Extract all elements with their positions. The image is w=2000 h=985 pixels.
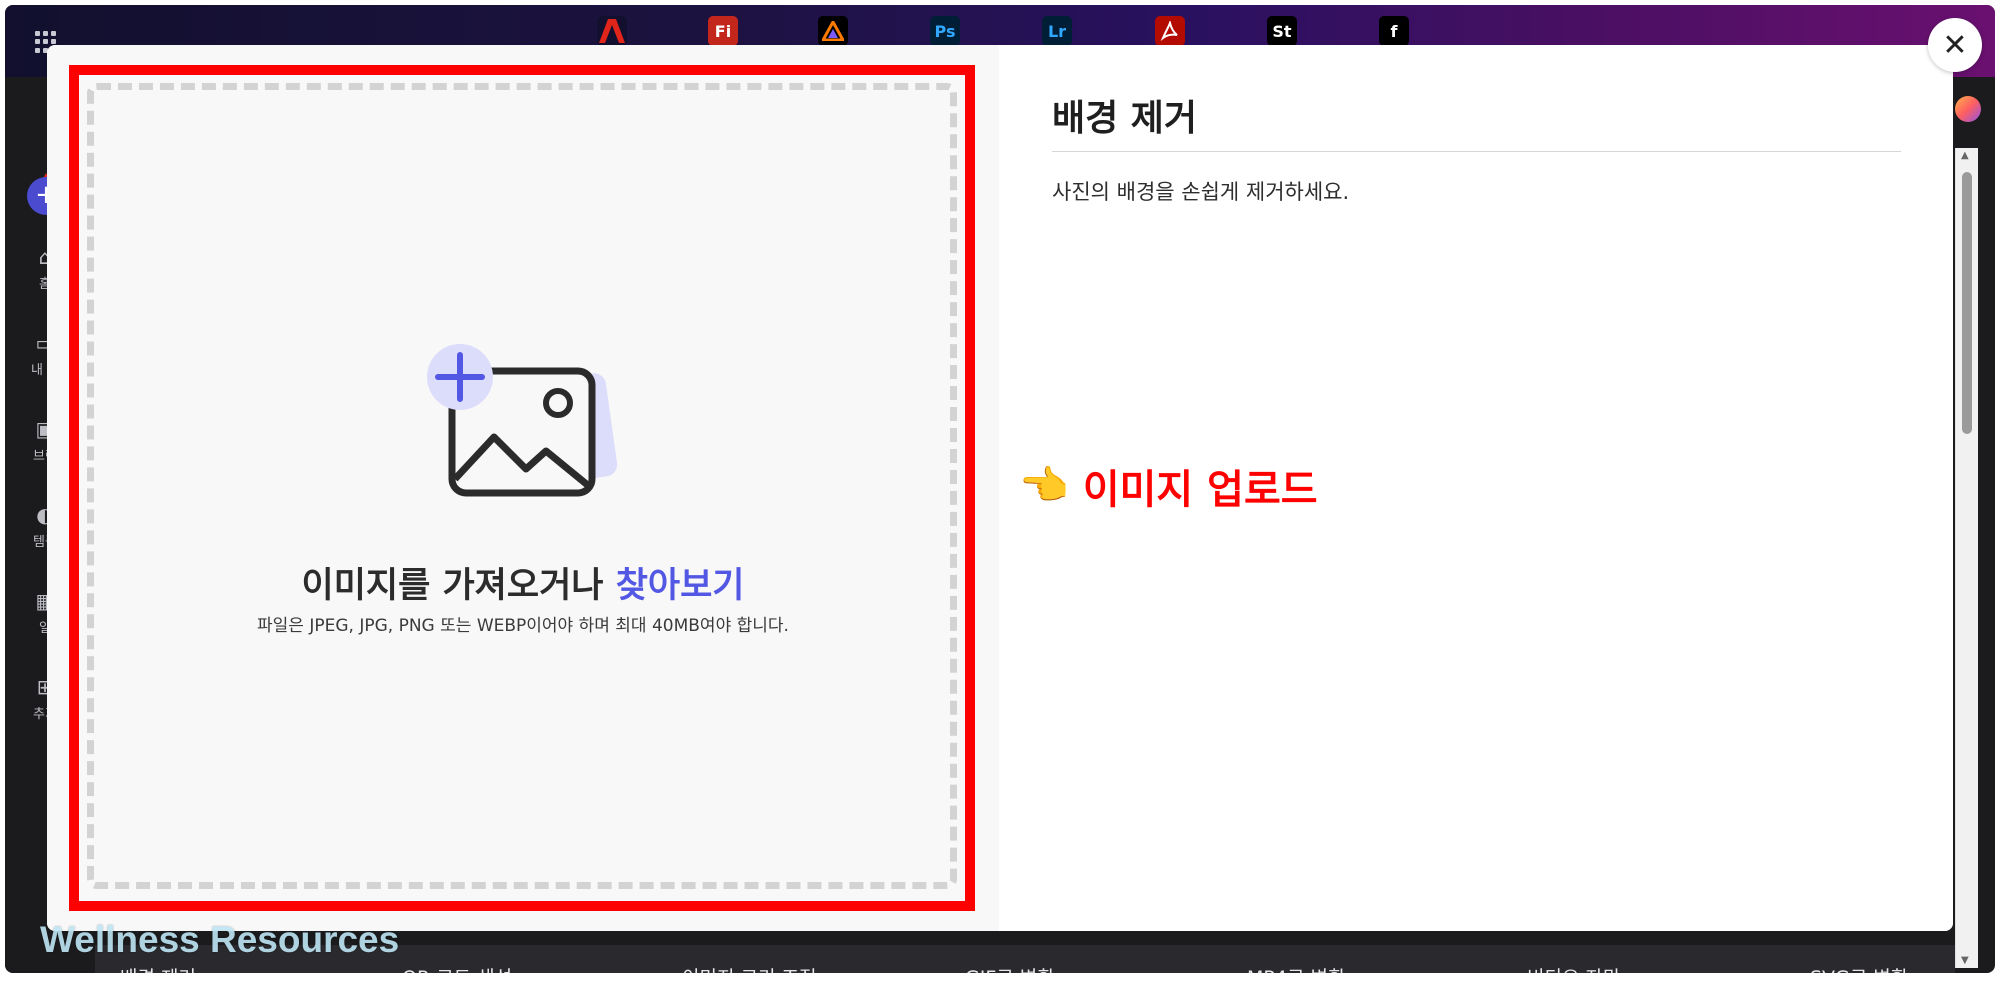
remove-background-modal: 이미지를 가져오거나 찾아보기 파일은 JPEG, JPG, PNG 또는 WE… — [47, 45, 1953, 931]
file-requirements-hint: 파일은 JPEG, JPG, PNG 또는 WEBP이어야 하며 최대 40MB… — [257, 616, 789, 636]
tool-card-label[interactable]: 배경 제거 — [120, 963, 196, 973]
pointing-hand-icon: 👈 — [1019, 463, 1069, 509]
tool-card-label[interactable]: GIF로 변환 — [965, 963, 1055, 973]
tool-card-label[interactable]: 이미지 크기 조정 — [682, 963, 816, 973]
stock-icon[interactable]: St — [1267, 16, 1297, 46]
tool-card-label[interactable]: MP4로 변환 — [1247, 963, 1345, 973]
adobe-logo-icon[interactable] — [597, 16, 627, 46]
panel-description: 사진의 배경을 손쉽게 제거하세요. — [1052, 180, 1350, 204]
watermark: Wellness Resources — [40, 919, 400, 960]
image-drop-zone[interactable]: 이미지를 가져오거나 찾아보기 파일은 JPEG, JPG, PNG 또는 WE… — [47, 45, 999, 931]
avatar[interactable] — [1955, 96, 1981, 122]
express-icon[interactable] — [818, 16, 848, 46]
scroll-down-arrow-icon[interactable]: ▼ — [1961, 955, 1969, 966]
photoshop-icon[interactable]: Ps — [930, 16, 960, 46]
lightroom-icon[interactable]: Lr — [1042, 16, 1072, 46]
scroll-up-arrow-icon[interactable]: ▲ — [1961, 150, 1969, 161]
fresco-icon[interactable]: Fi — [708, 16, 738, 46]
tool-card-label[interactable]: 비디오 자막 — [1527, 963, 1620, 973]
annotation-label: 이미지 업로드 — [1082, 467, 1318, 513]
panel-title: 배경 제거 — [1052, 98, 1198, 139]
tool-card-label[interactable]: QR 코드 생성 — [402, 963, 512, 973]
browse-link[interactable]: 찾아보기 — [616, 566, 745, 606]
drop-zone-title-text: 이미지를 가져오거나 — [301, 566, 604, 606]
fonts-icon[interactable]: f — [1379, 16, 1409, 46]
info-panel: 배경 제거 사진의 배경을 손쉽게 제거하세요. 👈 이미지 업로드 — [999, 45, 1953, 931]
panel-divider — [1052, 151, 1901, 152]
close-icon[interactable]: ✕ — [1928, 18, 1982, 72]
scrollbar-thumb[interactable] — [1962, 172, 1972, 434]
upload-annotation: 👈 이미지 업로드 — [1019, 457, 1318, 515]
acrobat-icon[interactable] — [1155, 16, 1185, 46]
drop-zone-title: 이미지를 가져오거나 찾아보기 — [47, 557, 999, 608]
page-scrollbar[interactable]: ▲ ▼ — [1955, 148, 1978, 968]
add-image-icon[interactable] — [422, 341, 632, 531]
tool-card-label[interactable]: SVG로 변환 — [1810, 963, 1908, 973]
